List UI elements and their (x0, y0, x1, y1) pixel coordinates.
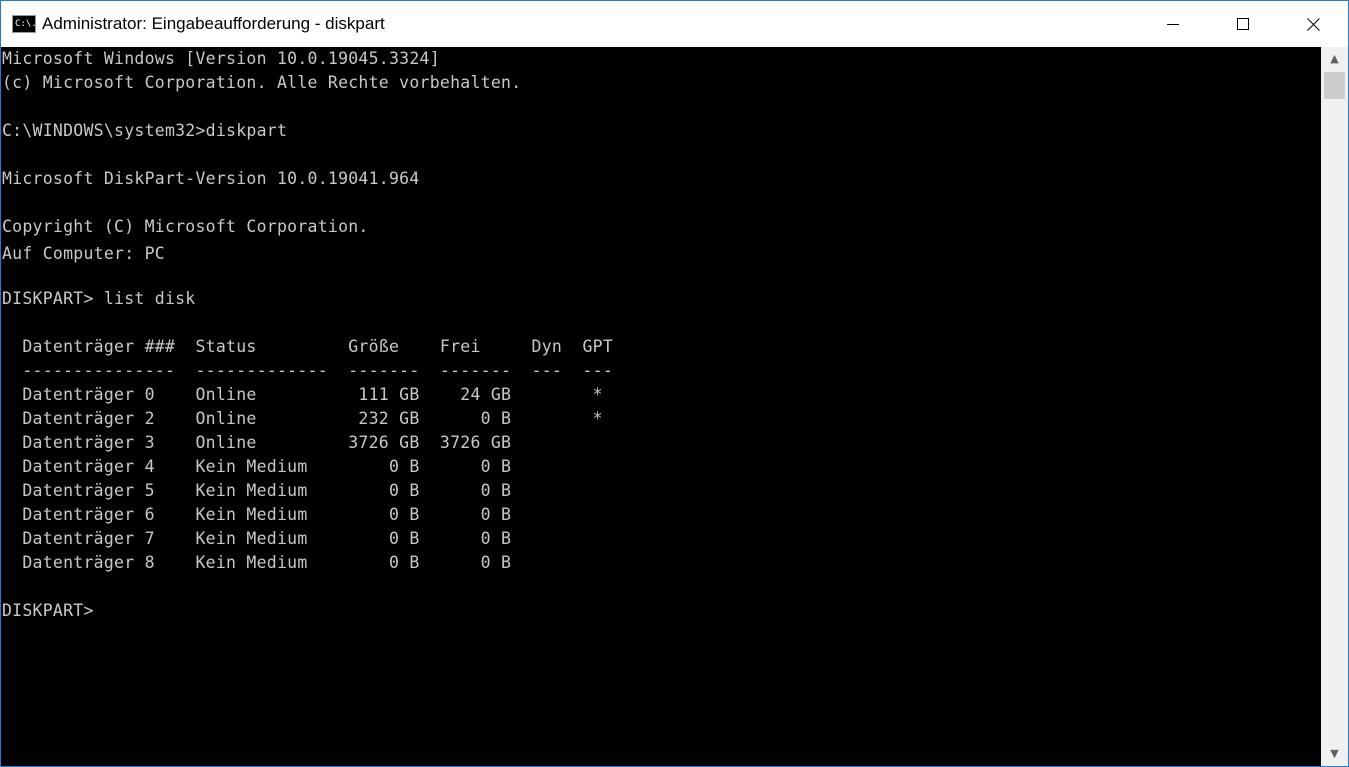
console-line: DISKPART> list disk (2, 289, 196, 308)
table-row: Datenträger 2 Online 232 GB 0 B * (2, 409, 603, 428)
scroll-down-icon[interactable]: ▼ (1321, 742, 1348, 766)
close-button[interactable] (1278, 1, 1348, 47)
table-row: Datenträger 3 Online 3726 GB 3726 GB (2, 433, 512, 452)
scrollbar-thumb[interactable] (1324, 72, 1345, 99)
console-line: (c) Microsoft Corporation. Alle Rechte v… (2, 73, 522, 92)
table-row: Datenträger 7 Kein Medium 0 B 0 B (2, 529, 512, 548)
table-row: Datenträger 8 Kein Medium 0 B 0 B (2, 553, 512, 572)
vertical-scrollbar[interactable]: ▲ ▼ (1321, 47, 1348, 766)
console-window: C:\. Administrator: Eingabeaufforderung … (0, 0, 1349, 767)
console-line: Auf Computer: PC (2, 244, 165, 263)
table-row: Datenträger 4 Kein Medium 0 B 0 B (2, 457, 512, 476)
table-separator: --------------- ------------- ------- --… (2, 361, 614, 380)
title-bar[interactable]: C:\. Administrator: Eingabeaufforderung … (1, 1, 1348, 47)
console-output[interactable]: Microsoft Windows [Version 10.0.19045.33… (1, 47, 1321, 766)
table-row: Datenträger 5 Kein Medium 0 B 0 B (2, 481, 512, 500)
minimize-button[interactable] (1138, 1, 1208, 47)
console-line: Microsoft Windows [Version 10.0.19045.33… (2, 49, 440, 68)
maximize-button[interactable] (1208, 1, 1278, 47)
console-line: Microsoft DiskPart-Version 10.0.19041.96… (2, 169, 420, 188)
scroll-up-icon[interactable]: ▲ (1321, 47, 1348, 71)
table-row: Datenträger 6 Kein Medium 0 B 0 B (2, 505, 512, 524)
console-line: C:\WINDOWS\system32>diskpart (2, 121, 288, 140)
table-header: Datenträger ### Status Größe Frei Dyn GP… (2, 337, 614, 356)
window-title: Administrator: Eingabeaufforderung - dis… (42, 14, 385, 33)
console-prompt[interactable]: DISKPART> (2, 599, 94, 623)
command-prompt-icon: C:\. (12, 15, 36, 33)
console-line: Copyright (C) Microsoft Corporation. (2, 217, 369, 236)
table-row: Datenträger 0 Online 111 GB 24 GB * (2, 385, 603, 404)
